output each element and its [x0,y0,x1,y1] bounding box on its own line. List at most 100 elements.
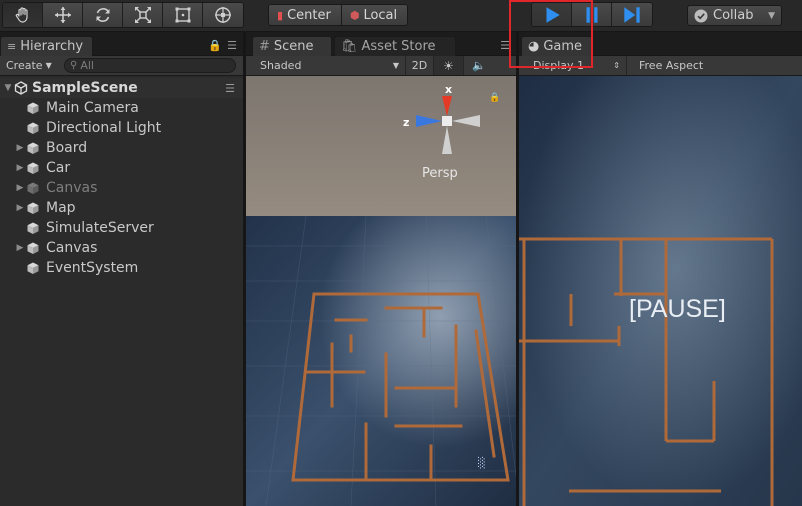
audio-toggle-button[interactable]: 🔈 [464,56,494,75]
tab-scene[interactable]: # Scene [252,36,332,56]
toggle-2d-button[interactable]: 2D [406,56,434,75]
hierarchy-item-label: SimulateServer [46,220,154,236]
game-panel: ◕ Game Display 1 ⇕ Free Aspect [PAUSE] [519,32,802,506]
hierarchy-item[interactable]: ▶ Canvas [0,178,243,198]
collapsed-arrow-icon[interactable]: ▶ [14,243,26,253]
play-button[interactable] [532,3,572,26]
hierarchy-panel: ≡ Hierarchy 🔒 ☰ Create ▼ ⚲ All ▼ SampleS… [0,32,243,506]
hierarchy-item-label: Map [46,200,76,216]
unity-logo-icon [14,81,28,95]
game-viewport[interactable]: [PAUSE] [519,76,802,506]
tab-asset-store-label: Asset Store [361,39,436,54]
tab-game-label: Game [543,39,583,54]
lighting-toggle-button[interactable]: ☀ [434,56,464,75]
scene-row[interactable]: ▼ SampleScene ☰ [0,78,243,98]
caret-down-icon: ▼ [45,61,52,70]
expanded-arrow-icon[interactable]: ▼ [2,83,14,93]
lock-icon[interactable]: 🔒 [489,92,500,103]
game-glare [519,76,802,506]
gameobject-cube-icon [27,122,39,134]
hierarchy-toolbar: Create ▼ ⚲ All [0,56,243,76]
rotate-tool-button[interactable] [83,3,123,27]
aspect-label: Free Aspect [639,59,704,72]
panel-menu-icon[interactable]: ☰ [227,39,237,52]
chevron-down-icon: ▼ [768,10,775,21]
gameobject-cube-icon [27,202,39,214]
pause-icon [586,6,597,23]
collapsed-arrow-icon[interactable]: ▶ [14,203,26,213]
gameobject-cube-icon [27,262,39,274]
caret-down-icon: ▼ [392,61,399,70]
hierarchy-item[interactable]: EventSystem [0,258,243,278]
hierarchy-item[interactable]: ▶ Canvas [0,238,243,258]
gameobject-cube-icon [27,102,39,114]
play-controls-group [531,2,653,27]
panel-menu-icon[interactable]: ☰ [500,39,510,52]
rect-transform-icon [175,7,190,23]
gameobject-cube-icon [27,182,39,194]
scene-toolbar: Shaded ▼ 2D ☀ 🔈 [246,56,516,76]
collapsed-arrow-icon[interactable]: ▶ [14,163,26,173]
scale-tool-button[interactable] [123,3,163,27]
scene-sky [246,76,516,216]
pause-overlay-text: [PAUSE] [629,295,726,323]
hierarchy-item[interactable]: ▶ Board [0,138,243,158]
move-tool-button[interactable] [43,3,83,27]
collab-button[interactable]: Collab ▼ [687,5,782,26]
local-space-icon: ⬢ [349,8,360,22]
scene-tab-tools: ☰ [500,39,510,52]
step-button[interactable] [612,3,652,26]
rect-tool-button[interactable] [163,3,203,27]
lock-icon[interactable]: 🔒 [208,39,222,52]
hierarchy-item[interactable]: SimulateServer [0,218,243,238]
scene-name: SampleScene [32,80,138,96]
aspect-dropdown[interactable]: Free Aspect [627,56,703,75]
scene-tabbar: # Scene 🛍 Asset Store ☰ [246,32,516,56]
main-toolbar: ▮ Center ⬢ Local Collab ▼ [0,0,802,32]
hierarchy-tree: ▼ SampleScene ☰ Main Camera Directional L… [0,76,243,278]
shading-mode-dropdown[interactable]: Shaded ▼ [246,56,406,75]
scene-viewport[interactable]: ░ x z Persp 🔒 [246,76,516,506]
search-placeholder: All [80,59,94,72]
tab-asset-store[interactable]: 🛍 Asset Store [334,36,456,56]
display-dropdown[interactable]: Display 1 ⇕ [519,56,627,75]
hierarchy-item[interactable]: ▶ Map [0,198,243,218]
search-icon: ⚲ [70,60,78,71]
pivot-toggle-group: ▮ Center ⬢ Local [268,4,409,26]
hierarchy-search-input[interactable]: ⚲ All [64,58,236,73]
hand-icon [15,7,28,23]
pivot-local-button[interactable]: ⬢ Local [341,5,408,25]
pivot-center-button[interactable]: ▮ Center [269,5,342,25]
gameobject-cube-icon [27,242,39,254]
hierarchy-item[interactable]: Directional Light [0,118,243,138]
hand-tool-button[interactable] [3,3,43,27]
collapsed-arrow-icon[interactable]: ▶ [14,183,26,193]
create-dropdown[interactable]: Create ▼ [0,56,58,75]
move-arrows-icon [54,7,71,23]
shading-mode-label: Shaded [260,59,302,72]
play-icon [546,6,560,23]
game-toolbar: Display 1 ⇕ Free Aspect [519,56,802,76]
scale-icon [134,7,151,23]
toggle-2d-label: 2D [411,59,428,72]
tab-hierarchy[interactable]: ≡ Hierarchy [0,36,93,56]
hierarchy-item[interactable]: Main Camera [0,98,243,118]
scene-menu-icon[interactable]: ☰ [225,82,235,95]
gizmo-center-cube[interactable] [442,116,452,126]
tab-game[interactable]: ◕ Game [521,36,593,56]
transform-tool-button[interactable] [203,3,243,27]
transform-tools-group [2,2,244,28]
store-bag-icon: 🛍 [341,39,358,54]
pivot-center-label: Center [287,7,331,23]
hierarchy-item-label: Directional Light [46,120,162,136]
tab-hierarchy-label: Hierarchy [20,39,84,54]
persp-label[interactable]: Persp [422,166,458,181]
hierarchy-item[interactable]: ▶ Car [0,158,243,178]
rotate-icon [96,8,109,22]
hierarchy-tabbar: ≡ Hierarchy 🔒 ☰ [0,32,243,56]
pause-button[interactable] [572,3,612,26]
scene-panel: # Scene 🛍 Asset Store ☰ Shaded ▼ 2D ☀ 🔈 [246,32,516,506]
collapsed-arrow-icon[interactable]: ▶ [14,143,26,153]
gameobject-cube-icon [27,162,39,174]
updown-caret-icon: ⇕ [613,61,620,70]
